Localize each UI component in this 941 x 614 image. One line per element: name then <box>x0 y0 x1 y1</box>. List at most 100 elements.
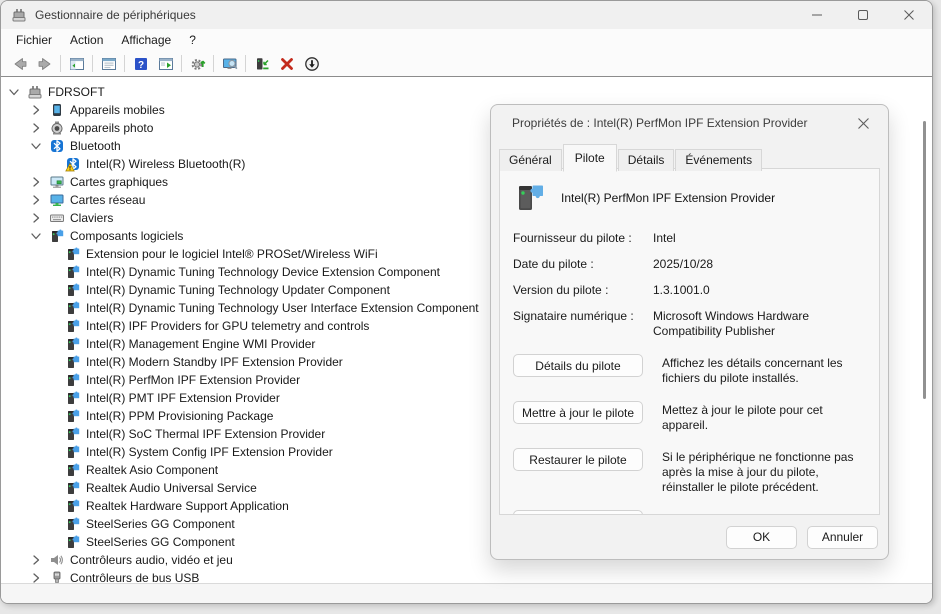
forward-button[interactable] <box>32 53 57 75</box>
update-driver-button-dialog[interactable]: Mettre à jour le pilote <box>513 401 643 424</box>
tab-evenements[interactable]: Événements <box>675 149 762 171</box>
tree-item-label: Appareils mobiles <box>70 103 165 117</box>
software-component-icon <box>49 228 65 244</box>
help-button[interactable] <box>128 53 153 75</box>
close-button[interactable] <box>886 1 932 29</box>
search-computer-button[interactable] <box>217 53 242 75</box>
bluetooth-warning-icon <box>65 156 81 172</box>
scan-hardware-changes-button[interactable] <box>185 53 210 75</box>
software-component-icon <box>65 426 81 442</box>
tab-details[interactable]: Détails <box>618 149 675 171</box>
action-pane-icon <box>158 56 174 72</box>
software-component-icon <box>65 480 81 496</box>
tab-pilote[interactable]: Pilote <box>563 144 617 172</box>
chevron-right-icon[interactable] <box>29 103 43 117</box>
uninstall-device-button[interactable] <box>274 53 299 75</box>
close-icon <box>858 118 869 129</box>
device-header: Intel(R) PerfMon IPF Extension Provider <box>513 181 867 215</box>
tree-item[interactable]: Contrôleurs de bus USB <box>1 569 932 584</box>
scan-hardware-changes-icon <box>190 56 206 72</box>
uninstall-device-icon <box>279 56 295 72</box>
software-component-icon <box>65 516 81 532</box>
network-adapter-icon <box>49 192 65 208</box>
chevron-right-icon[interactable] <box>29 121 43 135</box>
tree-item-label: Intel(R) Wireless Bluetooth(R) <box>86 157 245 171</box>
software-component-icon <box>65 534 81 550</box>
disable-device-button-dialog[interactable]: Désactiver l'appareil <box>513 510 643 515</box>
dialog-title: Propriétés de : Intel(R) PerfMon IPF Ext… <box>512 116 807 130</box>
tree-item-label: Intel(R) Management Engine WMI Provider <box>86 337 315 351</box>
tree-item-label: Composants logiciels <box>70 229 183 243</box>
field-value: 2025/10/28 <box>653 257 867 272</box>
field-row: Signataire numérique :Microsoft Windows … <box>513 309 867 339</box>
field-label: Fournisseur du pilote : <box>513 231 653 246</box>
chevron-right-icon[interactable] <box>29 193 43 207</box>
software-component-icon <box>65 462 81 478</box>
menu-bar: Fichier Action Affichage ? <box>1 29 932 51</box>
tab-general[interactable]: Général <box>499 149 562 171</box>
roll-back-driver-button[interactable]: Restaurer le pilote <box>513 448 643 471</box>
software-component-icon <box>65 408 81 424</box>
chevron-right-icon[interactable] <box>29 553 43 567</box>
forward-icon <box>37 56 53 72</box>
dialog-tabs: Général Pilote Détails Événements <box>499 144 763 171</box>
status-bar <box>1 583 932 603</box>
menu-help[interactable]: ? <box>180 31 205 49</box>
tree-item-label: FDRSOFT <box>48 85 105 99</box>
menu-affichage[interactable]: Affichage <box>112 31 180 49</box>
action-pane-button[interactable] <box>153 53 178 75</box>
toolbar-separator <box>181 55 182 72</box>
disable-device-icon <box>304 56 320 72</box>
ok-button[interactable]: OK <box>726 526 797 549</box>
search-computer-icon <box>222 56 238 72</box>
tree-item-label: Contrôleurs audio, vidéo et jeu <box>70 553 233 567</box>
display-adapter-icon <box>49 174 65 190</box>
properties-dialog: Propriétés de : Intel(R) PerfMon IPF Ext… <box>490 104 889 560</box>
tree-item-label: Intel(R) PerfMon IPF Extension Provider <box>86 373 300 387</box>
show-console-tree-button[interactable] <box>64 53 89 75</box>
disable-device-button[interactable] <box>299 53 324 75</box>
software-component-icon <box>65 336 81 352</box>
minimize-button[interactable] <box>794 1 840 29</box>
chevron-down-icon[interactable] <box>29 139 43 153</box>
field-label: Date du pilote : <box>513 257 653 272</box>
software-component-icon <box>65 390 81 406</box>
device-manager-window: Gestionnaire de périphériques Fichier Ac… <box>0 0 933 604</box>
screen: Gestionnaire de périphériques Fichier Ac… <box>0 0 941 614</box>
toolbar-separator <box>124 55 125 72</box>
device-manager-app-icon <box>11 7 27 23</box>
chevron-right-icon[interactable] <box>29 211 43 225</box>
action-row: Restaurer le pilote Si le périphérique n… <box>513 448 867 495</box>
properties-icon <box>101 56 117 72</box>
menu-action[interactable]: Action <box>61 31 112 49</box>
toolbar-separator <box>60 55 61 72</box>
driver-tab-page: Intel(R) PerfMon IPF Extension Provider … <box>499 168 880 515</box>
chevron-down-icon[interactable] <box>7 85 21 99</box>
tree-item-label: Intel(R) IPF Providers for GPU telemetry… <box>86 319 369 333</box>
tree-item-label: Realtek Audio Universal Service <box>86 481 257 495</box>
menu-fichier[interactable]: Fichier <box>7 31 61 49</box>
vertical-scrollbar[interactable] <box>923 121 926 399</box>
field-row: Fournisseur du pilote :Intel <box>513 231 867 246</box>
software-component-icon <box>65 372 81 388</box>
camera-icon <box>49 120 65 136</box>
maximize-button[interactable] <box>840 1 886 29</box>
driver-details-button[interactable]: Détails du pilote <box>513 354 643 377</box>
software-component-icon <box>65 318 81 334</box>
properties-button[interactable] <box>96 53 121 75</box>
action-description: Mettez à jour le pilote pour cet apparei… <box>662 401 867 433</box>
action-row: Mettre à jour le pilote Mettez à jour le… <box>513 401 867 433</box>
action-description: Si le périphérique ne fonctionne pas apr… <box>662 448 867 495</box>
chevron-down-icon[interactable] <box>29 229 43 243</box>
tree-item[interactable]: FDRSOFT <box>1 83 932 101</box>
field-value: Intel <box>653 231 867 246</box>
software-component-icon <box>513 181 547 215</box>
cancel-button[interactable]: Annuler <box>807 526 878 549</box>
software-component-icon <box>65 246 81 262</box>
back-button[interactable] <box>7 53 32 75</box>
field-label: Version du pilote : <box>513 283 653 298</box>
audio-controller-icon <box>49 552 65 568</box>
dialog-close-button[interactable] <box>854 114 872 132</box>
chevron-right-icon[interactable] <box>29 175 43 189</box>
update-driver-button[interactable] <box>249 53 274 75</box>
